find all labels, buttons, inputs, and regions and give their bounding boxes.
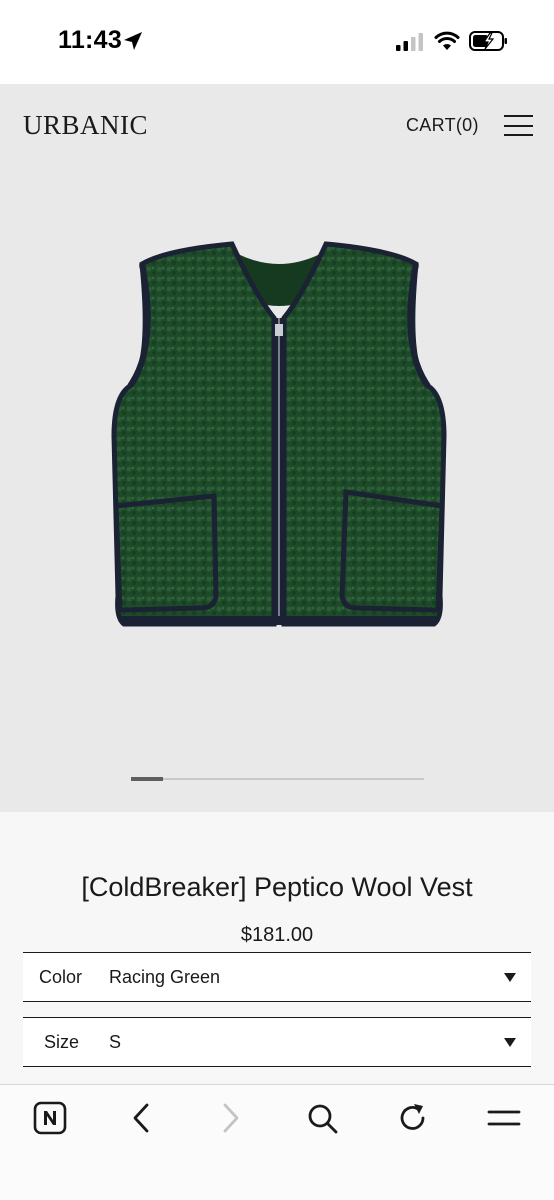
location-arrow-icon: [124, 32, 142, 50]
status-time: 11:43: [58, 26, 123, 54]
menu-icon[interactable]: [487, 1101, 521, 1135]
size-label: Size: [44, 1032, 80, 1052]
dropdown-caret-icon[interactable]: [504, 1038, 516, 1047]
browser-toolbar: [0, 1084, 554, 1200]
product-title: [ColdBreaker] Peptico Wool Vest: [81, 872, 473, 902]
hamburger-menu-icon[interactable]: [504, 115, 533, 136]
brand-logo[interactable]: URBANIC: [23, 110, 148, 141]
forward-icon[interactable]: [214, 1101, 248, 1135]
search-icon[interactable]: [305, 1101, 339, 1135]
color-label: Color: [39, 967, 83, 987]
color-select[interactable]: Color Racing Green: [23, 952, 531, 1002]
dropdown-caret-icon[interactable]: [504, 973, 516, 982]
gallery-progress-track: [131, 778, 424, 780]
back-icon[interactable]: [124, 1101, 158, 1135]
product-gallery: URBANIC CART(0): [0, 84, 554, 812]
product-image[interactable]: [106, 236, 452, 632]
cart-link[interactable]: CART(0): [406, 115, 479, 136]
product-info: [ColdBreaker] Peptico Wool Vest $181.00 …: [0, 812, 554, 1084]
product-price: $181.00: [240, 924, 314, 946]
battery-icon: [469, 31, 507, 51]
reload-icon[interactable]: [396, 1101, 430, 1135]
naver-icon[interactable]: [33, 1101, 67, 1135]
color-value[interactable]: Racing Green: [109, 967, 220, 988]
wifi-icon: [434, 31, 460, 50]
signal-icon: [396, 33, 423, 51]
size-value[interactable]: S: [109, 1032, 121, 1053]
gallery-progress-thumb[interactable]: [131, 777, 163, 781]
status-bar: 11:43: [0, 0, 554, 84]
size-select[interactable]: Size S: [23, 1017, 531, 1067]
